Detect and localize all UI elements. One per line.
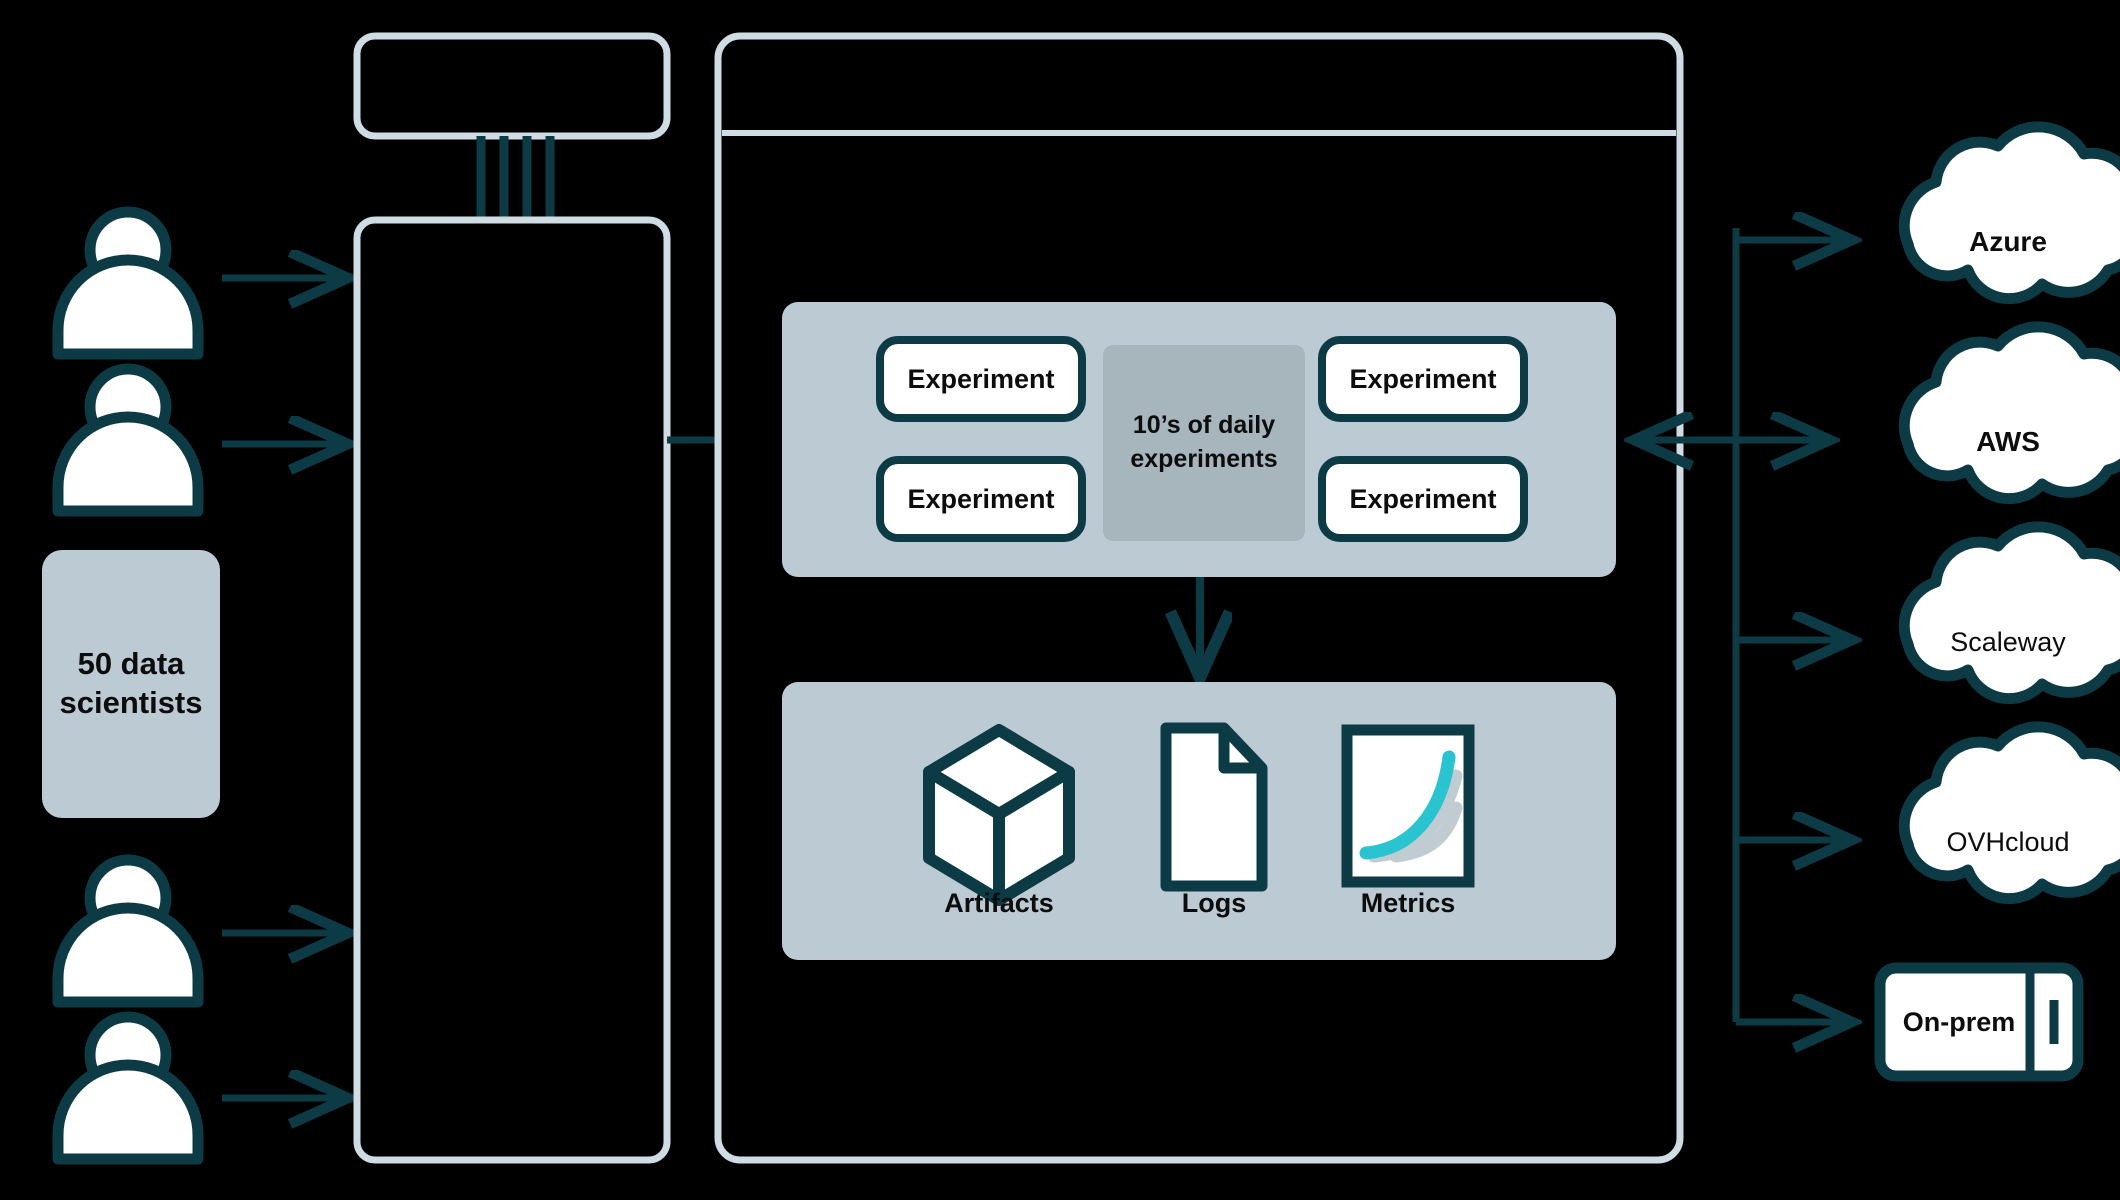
experiments-center-note: 10’s of daily experiments	[1103, 345, 1305, 541]
person-icon-2	[52, 363, 204, 517]
data-scientists-label-line1: 50 data	[77, 646, 185, 682]
experiment-box-1	[876, 336, 1086, 422]
person-icon-1	[52, 206, 204, 360]
cloud-icon-ovhcloud	[1898, 721, 2120, 905]
left-top-box	[353, 32, 671, 140]
data-scientists-label-line2: scientists	[59, 685, 203, 720]
diagram-graphics	[42, 32, 2120, 1165]
server-icon-onprem	[1874, 962, 2084, 1082]
experiment-box-4	[1318, 456, 1528, 542]
left-main-box	[353, 216, 671, 1164]
experiments-center-note-line1: 10’s of daily	[1132, 411, 1276, 440]
experiment-box-3	[1318, 336, 1528, 422]
document-icon	[1160, 722, 1268, 892]
experiment-box-2	[876, 456, 1086, 542]
diagram-canvas: 50 data scientists Experiment Experiment…	[0, 0, 2120, 1200]
chart-icon	[1341, 724, 1475, 888]
cloud-icon-scaleway	[1898, 521, 2120, 705]
cloud-icon-aws	[1898, 321, 2120, 505]
experiments-center-note-line2: experiments	[1130, 445, 1278, 473]
data-scientists-label: 50 data scientists	[42, 550, 220, 818]
person-icon-4	[52, 1011, 204, 1165]
cube-icon	[923, 724, 1075, 906]
cloud-icon-azure	[1898, 121, 2120, 305]
connector-lines	[476, 136, 555, 222]
person-icon-3	[52, 854, 204, 1008]
